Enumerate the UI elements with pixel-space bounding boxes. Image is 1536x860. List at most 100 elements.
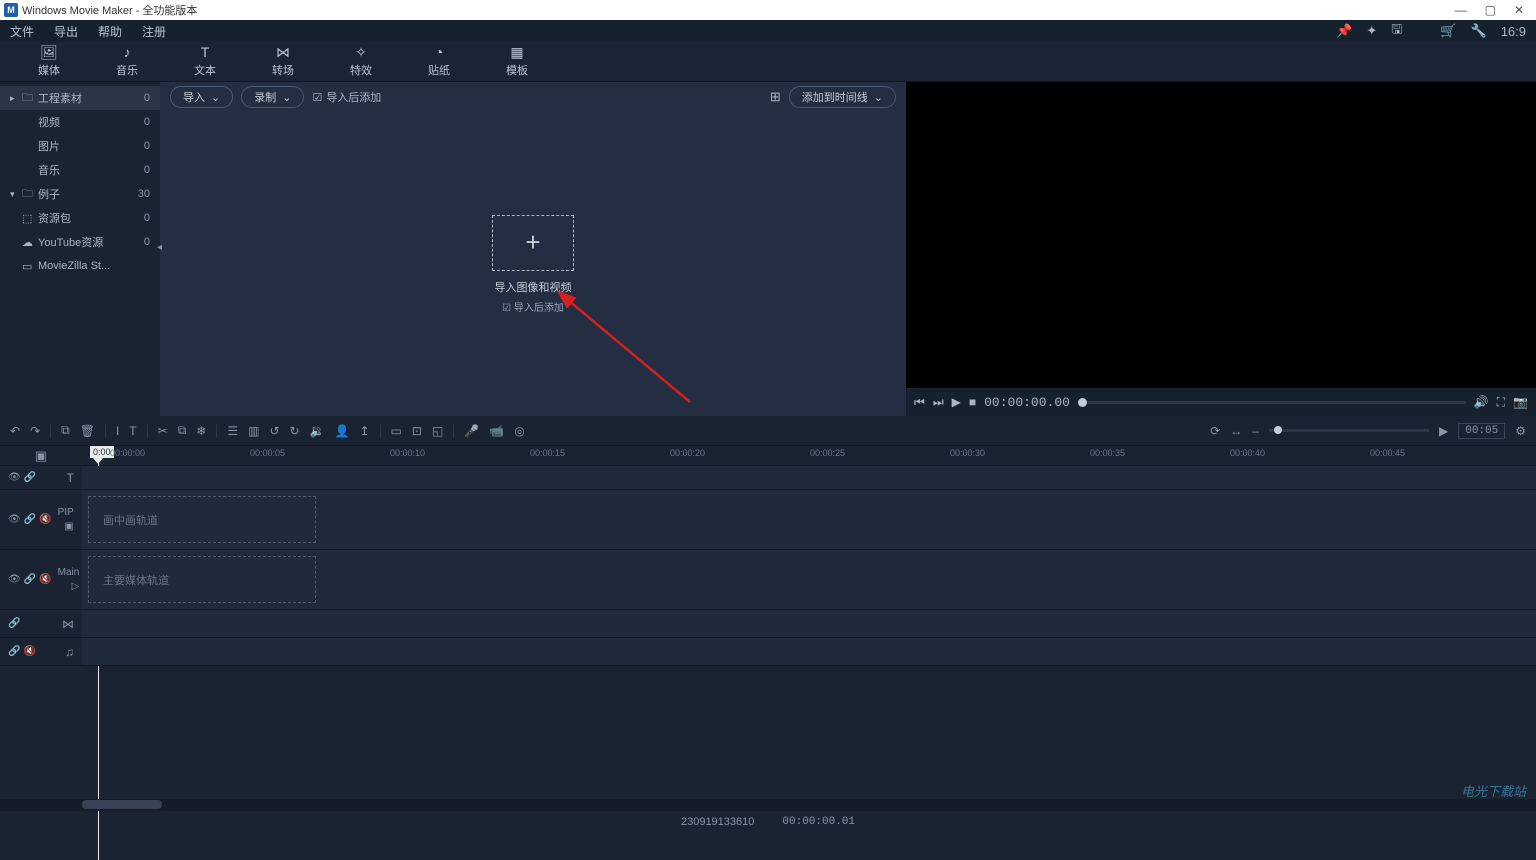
track-main: 👁🔗🔇 Main▷ 主要媒体轨道 — [0, 550, 1536, 610]
grid-view-icon[interactable]: ⊞ — [770, 89, 781, 105]
sidebar-item-project[interactable]: ▸ 🗀 工程素材 0 — [0, 86, 160, 110]
person-icon[interactable]: 👤 — [335, 424, 350, 438]
crop-icon[interactable]: ⧉ — [178, 423, 187, 438]
volume-icon[interactable]: 🔉 — [310, 424, 325, 438]
upload-icon[interactable]: ↥ — [359, 424, 369, 438]
split-icon[interactable]: I — [116, 424, 119, 438]
list-icon[interactable]: ☰ — [227, 424, 238, 438]
titlebar: M Windows Movie Maker - 全功能版本 — ▢ ✕ — [0, 0, 1536, 20]
lock-icon[interactable]: 🔗 — [24, 574, 36, 585]
audio-track-icon: ♫ — [65, 645, 74, 659]
maximize-icon[interactable]: ▢ — [1485, 3, 1496, 17]
lock-icon[interactable]: 🔗 — [24, 472, 36, 483]
text-tool-icon[interactable]: T — [129, 424, 136, 438]
import-button[interactable]: 导入⌄ — [170, 86, 233, 108]
settings-icon[interactable]: ⚙ — [1515, 424, 1526, 438]
cart-icon[interactable]: 🛒 — [1440, 23, 1456, 39]
mic-icon[interactable]: 🎤 — [464, 424, 479, 438]
snapshot-icon[interactable]: 📷 — [1513, 395, 1528, 410]
record-button[interactable]: 录制⌄ — [241, 86, 304, 108]
copy-icon[interactable]: ⧉ — [61, 423, 70, 438]
layers-icon[interactable]: ▣ — [35, 448, 47, 464]
refresh-icon[interactable]: ⟳ — [1210, 424, 1220, 438]
delete-icon[interactable]: 🗑 — [80, 424, 95, 438]
tab-transition[interactable]: ⋈转场 — [244, 41, 322, 81]
import-add-checkbox[interactable]: ☑导入后添加 — [312, 89, 381, 105]
cut-icon[interactable]: ✂ — [158, 424, 168, 438]
timeline-ruler[interactable]: 0:00 00:00:00 00:00:05 00:00:10 00:00:15… — [82, 446, 1536, 465]
save-icon[interactable]: 🖫 — [1391, 20, 1402, 42]
add-to-timeline-button[interactable]: 添加到时间线⌄ — [789, 86, 896, 108]
mute-icon[interactable]: 🔇 — [23, 646, 35, 657]
duration-box[interactable]: 00:05 — [1458, 423, 1505, 439]
main-placeholder[interactable]: 主要媒体轨道 — [88, 556, 316, 603]
camera-icon[interactable]: 📹 — [489, 424, 504, 438]
chevron-down-icon: ⌄ — [874, 91, 883, 104]
menu-export[interactable]: 导出 — [54, 23, 78, 40]
menu-help[interactable]: 帮助 — [98, 23, 122, 40]
rotate-right-icon[interactable]: ↻ — [290, 424, 300, 438]
tab-music[interactable]: ♪音乐 — [88, 41, 166, 81]
stop-icon[interactable]: ■ — [969, 395, 976, 409]
sidebar-item-image[interactable]: 图片 0 — [0, 134, 160, 158]
columns-icon[interactable]: ▥ — [248, 424, 259, 438]
menubar: 文件 导出 帮助 注册 📌 ✦ 🖫 🛒 🔧 16:9 — [0, 20, 1536, 42]
zoom-in-icon[interactable]: ▶ — [1439, 424, 1448, 438]
mute-icon[interactable]: 🔇 — [39, 574, 51, 585]
pip-icon[interactable]: ◱ — [432, 424, 443, 438]
freeze-icon[interactable]: ❄ — [196, 424, 206, 438]
rect-icon[interactable]: ▭ — [391, 424, 402, 438]
zoom-slider[interactable] — [1269, 429, 1429, 432]
sidebar-item-music[interactable]: 音乐 0 — [0, 158, 160, 182]
zoom-out-icon[interactable]: – — [1252, 424, 1259, 438]
lock-icon[interactable]: 🔗 — [24, 514, 36, 525]
tab-media[interactable]: 🖼媒体 — [10, 41, 88, 81]
sticker-icon: ◔ — [435, 44, 443, 60]
pip-placeholder[interactable]: 画中画轨道 — [88, 496, 316, 543]
star-icon[interactable]: ✦ — [1366, 23, 1377, 39]
prev-frame-icon[interactable]: ⏮ — [914, 395, 925, 410]
play-icon[interactable]: ▶ — [952, 395, 961, 409]
close-icon[interactable]: ✕ — [1514, 3, 1524, 17]
eye-icon[interactable]: 👁 — [8, 472, 21, 483]
sidebar-item-examples[interactable]: ▾ 🗀 例子 30 — [0, 182, 160, 206]
volume-icon[interactable]: 🔊 — [1474, 395, 1489, 410]
fit-icon[interactable]: ↔ — [1230, 424, 1242, 438]
pin-icon[interactable]: 📌 — [1336, 23, 1352, 39]
lock-icon[interactable]: 🔗 — [8, 618, 20, 629]
lock-icon[interactable]: 🔗 — [8, 646, 20, 657]
wrench-icon[interactable]: 🔧 — [1471, 23, 1487, 39]
redo-icon[interactable]: ↷ — [30, 424, 40, 438]
menu-file[interactable]: 文件 — [10, 23, 34, 40]
target-icon[interactable]: ◎ — [514, 424, 524, 438]
sidebar-item-video[interactable]: 视频 0 — [0, 110, 160, 134]
undo-icon[interactable]: ↶ — [10, 424, 20, 438]
aspect-ratio[interactable]: 16:9 — [1501, 24, 1526, 39]
minimize-icon[interactable]: — — [1455, 3, 1467, 17]
effects-icon: ✧ — [355, 44, 367, 60]
text-icon: T — [201, 44, 210, 60]
tab-text[interactable]: T文本 — [166, 41, 244, 81]
track-main-label: Main — [58, 567, 80, 578]
mute-icon[interactable]: 🔇 — [39, 514, 51, 525]
status-time: 00:00:00.01 — [782, 816, 855, 828]
import-drop-zone[interactable]: + — [492, 215, 574, 271]
timeline: ↶ ↷ ⧉ 🗑 I T ✂ ⧉ ❄ ☰ ▥ ↺ ↻ 🔉 👤 ↥ ▭ ⊡ ◱ 🎤 … — [0, 416, 1536, 811]
rotate-left-icon[interactable]: ↺ — [269, 424, 279, 438]
next-frame-icon[interactable]: ⏭ — [933, 395, 944, 410]
eye-icon[interactable]: 👁 — [8, 574, 21, 585]
tab-sticker[interactable]: ◔贴纸 — [400, 41, 478, 81]
tab-effects[interactable]: ✧特效 — [322, 41, 400, 81]
preview-progress[interactable] — [1078, 401, 1466, 404]
sidebar-item-youtube[interactable]: ☁ YouTube资源 0 — [0, 230, 160, 254]
zoom-icon[interactable]: ⊡ — [412, 424, 422, 438]
menu-register[interactable]: 注册 — [142, 23, 166, 40]
eye-icon[interactable]: 👁 — [8, 514, 21, 525]
sidebar-item-store[interactable]: ▭ MovieZilla St... — [0, 254, 160, 278]
fullscreen-icon[interactable]: ⛶ — [1497, 395, 1505, 410]
track-audio: 🔗🔇 ♫ — [0, 638, 1536, 666]
pip-track-icon: ▣ — [64, 521, 73, 532]
sidebar-item-resource[interactable]: ⬚ 资源包 0 — [0, 206, 160, 230]
tab-template[interactable]: ▦模板 — [478, 41, 556, 81]
timeline-scrollbar[interactable] — [0, 799, 1536, 811]
